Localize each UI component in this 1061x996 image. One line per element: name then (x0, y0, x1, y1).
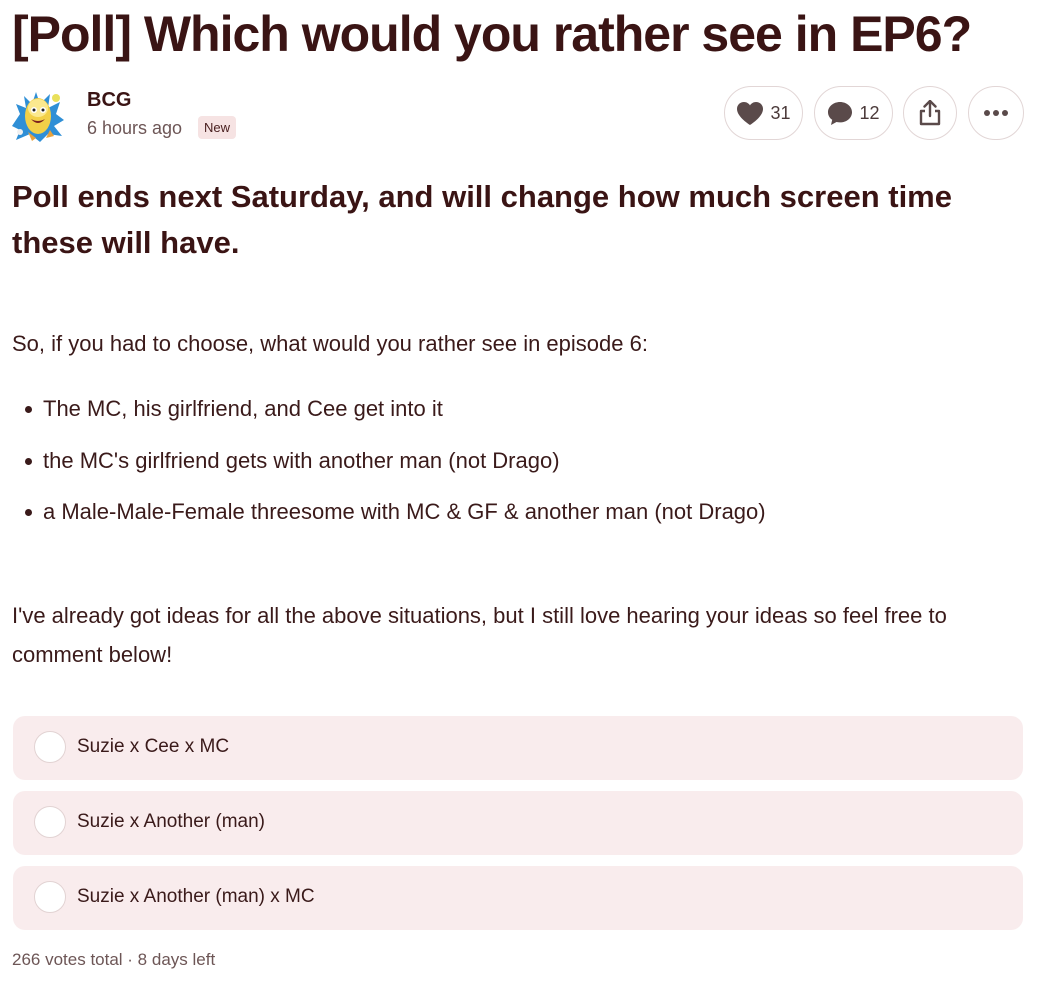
like-count: 31 (770, 102, 791, 123)
post-title: [Poll] Which would you rather see in EP6… (12, 6, 972, 62)
author-row: BCG 6 hours ago New 31 12 (10, 86, 1030, 144)
poll-radio[interactable] (34, 881, 66, 913)
poll-option[interactable]: Suzie x Another (man) x MC (13, 866, 1023, 930)
poll-radio[interactable] (34, 731, 66, 763)
heart-icon (737, 101, 764, 125)
list-item: a Male-Male-Female threesome with MC & G… (12, 492, 1032, 544)
bullet-dot (25, 509, 32, 516)
poll-option-label: Suzie x Another (man) x MC (77, 886, 315, 907)
post-timestamp: 6 hours ago (87, 118, 183, 138)
post-closing: I've already got ideas for all the above… (12, 603, 947, 667)
post-intro: So, if you had to choose, what would you… (12, 331, 648, 356)
post-subheading: Poll ends next Saturday, and will change… (12, 179, 952, 260)
list-item-text: The MC, his girlfriend, and Cee get into… (43, 396, 443, 421)
share-icon (919, 100, 941, 126)
bullet-dot (25, 457, 32, 465)
ellipsis-icon (984, 110, 1008, 116)
list-item: the MC's girlfriend gets with another ma… (12, 441, 1032, 493)
author-name[interactable]: BCG (87, 89, 131, 112)
comment-button[interactable]: 12 (814, 86, 893, 140)
like-button[interactable]: 31 (724, 86, 803, 140)
poll-option[interactable]: Suzie x Cee x MC (13, 716, 1023, 780)
bullet-dot (25, 406, 32, 413)
poll-option-label: Suzie x Cee x MC (77, 736, 230, 757)
poll-option-label: Suzie x Another (man) (77, 811, 265, 832)
poll-radio[interactable] (34, 806, 66, 838)
avatar[interactable] (10, 86, 66, 142)
share-button[interactable] (903, 86, 957, 140)
poll-footer: 266 votes total · 8 days left (12, 950, 216, 969)
poll-option[interactable]: Suzie x Another (man) (13, 791, 1023, 855)
post-bullet-list: The MC, his girlfriend, and Cee get into… (12, 389, 1032, 544)
list-item: The MC, his girlfriend, and Cee get into… (12, 389, 1032, 441)
list-item-text: the MC's girlfriend gets with another ma… (43, 447, 560, 473)
more-options-button[interactable] (968, 86, 1024, 140)
comment-count: 12 (859, 102, 880, 123)
avatar-image (10, 86, 66, 142)
new-badge: New (198, 116, 237, 139)
speech-bubble-icon (828, 101, 853, 125)
list-item-text: a Male-Male-Female threesome with MC & G… (43, 499, 766, 524)
